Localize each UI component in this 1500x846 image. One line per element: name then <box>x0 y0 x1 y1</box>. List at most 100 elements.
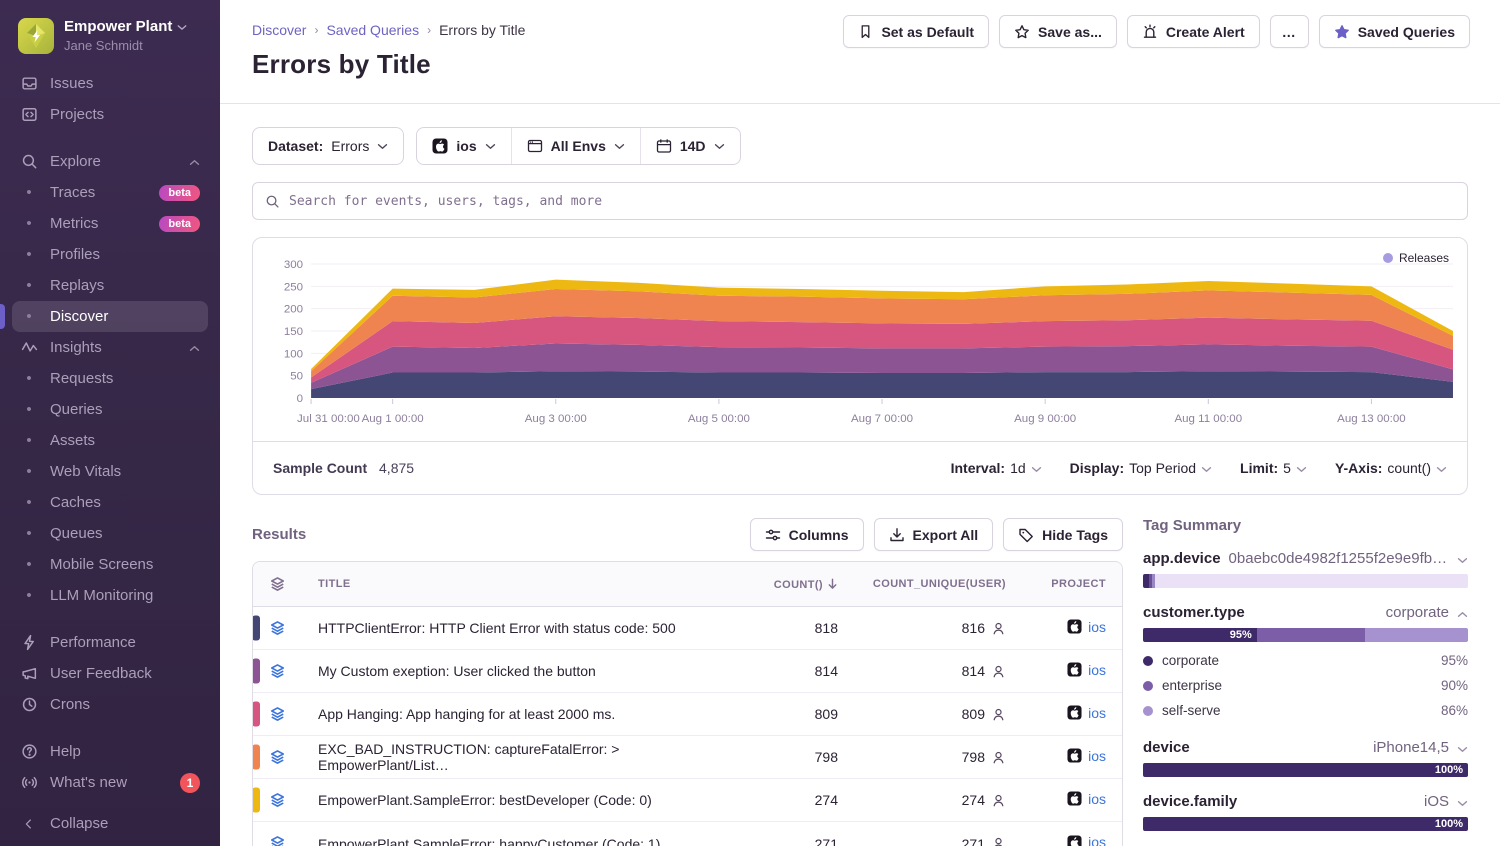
events-stacked-area-chart: 050100150200250300Jul 31 00:00Aug 1 00:0… <box>261 248 1459 436</box>
row-stack-cell[interactable] <box>253 607 302 650</box>
sidebar-item-queues[interactable]: •Queues <box>12 518 208 549</box>
row-stack-cell[interactable] <box>253 693 302 736</box>
sidebar-item-requests[interactable]: •Requests <box>12 363 208 394</box>
breadcrumb-discover[interactable]: Discover <box>252 22 306 38</box>
sidebar-item-discover[interactable]: •Discover <box>12 301 208 332</box>
bullet-icon: • <box>20 374 38 384</box>
table-row: EmpowerPlant.SampleError: bestDeveloper … <box>253 779 1122 822</box>
sidebar-item-metrics[interactable]: •Metricsbeta <box>12 208 208 239</box>
chart-controls: Interval:1d Display:Top Period Limit:5 Y-Ax… <box>951 460 1447 476</box>
more-options-button[interactable]: … <box>1270 15 1309 48</box>
row-stack-cell[interactable] <box>253 779 302 822</box>
org-name: Empower Plant <box>64 18 172 36</box>
column-header-project[interactable]: Project <box>1022 562 1122 607</box>
columns-button[interactable]: Columns <box>750 518 864 551</box>
svg-text:150: 150 <box>284 326 303 338</box>
chart-control-interval[interactable]: Interval:1d <box>951 460 1042 476</box>
org-switcher[interactable]: Empower Plant Jane Schmidt <box>12 16 208 68</box>
sidebar-item-web-vitals[interactable]: •Web Vitals <box>12 456 208 487</box>
tag-value-row: enterprise90% <box>1143 673 1468 698</box>
sidebar-section-insights[interactable]: Insights <box>12 332 208 363</box>
row-stack-cell[interactable] <box>253 822 302 846</box>
control-label: Y-Axis: <box>1335 460 1382 476</box>
sidebar-item-label: What's new <box>50 774 168 791</box>
sidebar-item-queries[interactable]: •Queries <box>12 394 208 425</box>
tag-top-value: corporate <box>1253 604 1449 621</box>
bullet-icon: • <box>20 250 38 260</box>
saved-queries-button[interactable]: Saved Queries <box>1319 15 1470 48</box>
sidebar-item-traces[interactable]: •Tracesbeta <box>12 177 208 208</box>
sidebar-section-label: Insights <box>50 339 177 356</box>
column-header-count[interactable]: Count() <box>742 562 854 607</box>
hide-tags-button[interactable]: Hide Tags <box>1003 518 1123 551</box>
stack-column-header[interactable] <box>253 562 302 607</box>
dataset-selector[interactable]: Dataset: Errors <box>252 127 404 165</box>
environment-filter[interactable]: All Envs <box>511 128 640 164</box>
project-link[interactable]: ios <box>1067 748 1106 764</box>
legend-releases[interactable]: Releases <box>1383 251 1449 265</box>
project-filter[interactable]: ios <box>417 128 510 164</box>
chevron-up-icon <box>189 339 200 356</box>
collapse-button[interactable]: Collapse <box>12 809 208 832</box>
sidebar-item-user-feedback[interactable]: User Feedback <box>12 658 208 689</box>
control-value: 1d <box>1010 460 1026 476</box>
sidebar-item-mobile-screens[interactable]: •Mobile Screens <box>12 549 208 580</box>
breadcrumb-current: Errors by Title <box>439 22 525 38</box>
chart-control-display[interactable]: Display:Top Period <box>1070 460 1212 476</box>
breadcrumb-saved-queries[interactable]: Saved Queries <box>326 22 419 38</box>
series-color-chip <box>252 659 260 684</box>
sidebar-item-label: Mobile Screens <box>50 556 200 573</box>
column-header-count-unique[interactable]: Count_unique(user) <box>854 562 1022 607</box>
tag-top-value: iPhone14,5 <box>1198 739 1449 756</box>
sidebar-item-replays[interactable]: •Replays <box>12 270 208 301</box>
project-link[interactable]: ios <box>1067 662 1106 678</box>
help-icon <box>20 743 38 760</box>
sample-count: Sample Count 4,875 <box>273 460 414 476</box>
chart-control-yaxis[interactable]: Y-Axis:count() <box>1335 460 1447 476</box>
row-stack-cell[interactable] <box>253 650 302 693</box>
project-link[interactable]: ios <box>1067 834 1106 846</box>
create-alert-button[interactable]: Create Alert <box>1127 15 1260 48</box>
sidebar-item-caches[interactable]: •Caches <box>12 487 208 518</box>
project-link[interactable]: ios <box>1067 791 1106 807</box>
project-link[interactable]: ios <box>1067 705 1106 721</box>
sidebar-item-issues[interactable]: Issues <box>12 68 208 99</box>
bookmark-icon <box>858 24 873 39</box>
bullet-icon: • <box>20 188 38 198</box>
set-as-default-button[interactable]: Set as Default <box>843 15 989 48</box>
sidebar-item-label: Crons <box>50 696 200 713</box>
project-filter-value: ios <box>456 138 476 154</box>
sidebar-item-label: Metrics <box>50 215 147 232</box>
save-as-button[interactable]: Save as... <box>999 15 1117 48</box>
date-range-filter[interactable]: 14D <box>640 128 740 164</box>
row-project: ios <box>1022 650 1122 693</box>
tag-distribution-bar: 100% <box>1143 763 1468 777</box>
sidebar-item-what-s-new[interactable]: What's new 1 <box>12 767 208 798</box>
tag-header-app.device[interactable]: app.device0baebc0de4982f1255f2e9e9fb7… <box>1143 550 1468 567</box>
notification-badge: 1 <box>180 773 200 793</box>
project-link[interactable]: ios <box>1067 619 1106 635</box>
sidebar-item-profiles[interactable]: •Profiles <box>12 239 208 270</box>
row-count-unique: 816 <box>854 607 1022 650</box>
row-title: EmpowerPlant.SampleError: bestDeveloper … <box>302 779 742 822</box>
performance-icon <box>20 634 38 651</box>
sidebar-item-help[interactable]: Help <box>12 736 208 767</box>
page-title: Errors by Title <box>252 49 1468 80</box>
tag-header-device[interactable]: deviceiPhone14,5 <box>1143 739 1468 756</box>
sidebar-item-performance[interactable]: Performance <box>12 627 208 658</box>
export-all-button[interactable]: Export All <box>874 518 994 551</box>
row-stack-cell[interactable] <box>253 736 302 779</box>
sidebar-item-projects[interactable]: Projects <box>12 99 208 130</box>
column-header-title[interactable]: Title <box>302 562 742 607</box>
sidebar-item-crons[interactable]: Crons <box>12 689 208 720</box>
tag-header-device.family[interactable]: device.familyiOS <box>1143 793 1468 810</box>
ellipsis-icon: … <box>1282 24 1297 40</box>
sidebar-item-label: Assets <box>50 432 200 449</box>
chart-control-limit[interactable]: Limit:5 <box>1240 460 1307 476</box>
sidebar-item-llm-monitoring[interactable]: •LLM Monitoring <box>12 580 208 611</box>
bullet-icon: • <box>20 281 38 291</box>
tag-header-customer.type[interactable]: customer.typecorporate <box>1143 604 1468 621</box>
sidebar-item-assets[interactable]: •Assets <box>12 425 208 456</box>
search-input[interactable] <box>289 194 1455 209</box>
sidebar-section-explore[interactable]: Explore <box>12 146 208 177</box>
